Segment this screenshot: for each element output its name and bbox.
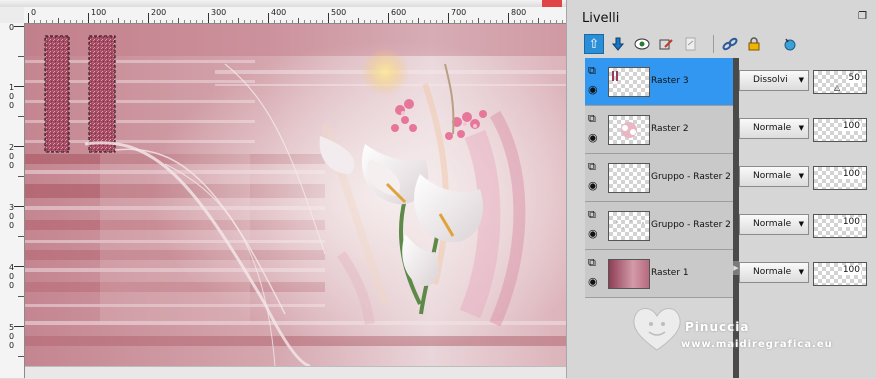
blend-mode-value: Dissolvi [753, 75, 788, 85]
opacity-field[interactable]: 100 [813, 214, 867, 238]
eye-icon[interactable]: ◉ [588, 132, 602, 144]
blend-mode-select[interactable]: Normale ▼ [739, 214, 809, 235]
layer-row-group-raster-2[interactable]: ⧉ ◉ Gruppo - Raster 2 [585, 154, 733, 202]
layer-name: Raster 2 [651, 124, 689, 134]
blend-mode-value: Normale [753, 267, 792, 277]
new-layer-down-icon[interactable] [608, 34, 628, 54]
mask-icon[interactable] [632, 34, 652, 54]
layer-thumbnail [608, 115, 650, 145]
opacity-value: 100 [841, 217, 861, 227]
opacity-field[interactable]: 100 [813, 166, 867, 190]
eye-icon[interactable]: ◉ [588, 228, 602, 240]
toolbar-separator [713, 35, 714, 53]
eye-icon[interactable]: ◉ [588, 84, 602, 96]
ruler-left-label: 200 [9, 143, 15, 170]
layer-name: Raster 1 [651, 268, 689, 278]
watermark-url: www.maidiregrafica.eu [681, 339, 833, 350]
blend-row: Normale ▼ 100 [739, 202, 876, 249]
blend-mode-select[interactable]: Normale ▼ [739, 166, 809, 187]
layer-name: Raster 3 [651, 76, 689, 86]
opacity-field[interactable]: 50 △ [813, 70, 867, 94]
ruler-top-label: 800 [511, 8, 527, 17]
layer-thumbnail [608, 163, 650, 193]
ruler-left-label: 100 [9, 83, 15, 110]
layer-thumbnail [608, 259, 650, 289]
blend-row: Normale ▼ 100 [739, 154, 876, 201]
panel-dock-icon[interactable]: ❐ [858, 12, 868, 22]
layer-type-icon: ⧉ [588, 64, 596, 77]
blend-row: Normale ▼ 100 [739, 106, 876, 153]
chevron-down-icon: ▼ [798, 268, 804, 276]
horizontal-scrollbar[interactable] [25, 366, 566, 379]
blend-row: Normale ▼ 100 [739, 250, 876, 297]
opacity-value: 100 [841, 265, 861, 275]
blend-mode-select[interactable]: Normale ▼ [739, 262, 809, 283]
layer-name: Gruppo - Raster 2 [651, 172, 731, 182]
opacity-slider-marker-icon[interactable]: △ [834, 83, 840, 92]
lock-icon[interactable] [744, 34, 764, 54]
layer-thumbnail [608, 67, 650, 97]
refresh-icon[interactable] [780, 34, 800, 54]
chevron-down-icon: ▼ [798, 220, 804, 228]
ruler-left-label: 500 [9, 323, 15, 350]
ruler-left-label: 0 [9, 23, 15, 32]
layer-type-icon: ⧉ [588, 256, 596, 269]
layer-row-raster-1[interactable]: ⧉ ◉ Raster 1 [585, 250, 733, 298]
eye-icon[interactable]: ◉ [588, 180, 602, 192]
layer-type-icon: ⧉ [588, 112, 596, 125]
blend-mode-select[interactable]: Dissolvi ▼ [739, 70, 809, 91]
layer-type-icon: ⧉ [588, 160, 596, 173]
ruler-top-label: 0 [31, 8, 37, 17]
layer-name: Gruppo - Raster 2 [651, 220, 731, 230]
artwork [25, 24, 566, 366]
close-button[interactable] [542, 0, 562, 7]
blend-mode-column: Dissolvi ▼ 50 △ Normale ▼ 100 Normale ▼ [739, 58, 876, 308]
opacity-value: 100 [841, 169, 861, 179]
ruler-top-label: 300 [211, 8, 227, 17]
heart-logo-icon [633, 308, 681, 351]
copy-icon[interactable] [680, 34, 700, 54]
image-canvas[interactable] [25, 24, 566, 366]
ruler-top-label: 600 [391, 8, 407, 17]
ruler-top-label: 100 [91, 8, 107, 17]
chevron-down-icon: ▼ [798, 172, 804, 180]
ruler-top-label: 700 [451, 8, 467, 17]
chevron-down-icon: ▼ [798, 76, 804, 84]
new-layer-up-icon[interactable]: ⇧ [584, 34, 604, 54]
ruler-top-label: 500 [331, 8, 347, 17]
blend-mode-value: Normale [753, 219, 792, 229]
ruler-top: 0 100 200 300 400 500 600 700 800 [24, 7, 566, 24]
layer-list: ⧉ ◉ Raster 3 ⧉ ◉ Raster 2 ⧉ ◉ Gruppo - R… [585, 58, 733, 308]
layer-thumbnail [608, 211, 650, 241]
eye-icon[interactable]: ◉ [588, 276, 602, 288]
layer-type-icon: ⧉ [588, 208, 596, 221]
opacity-value: 100 [841, 121, 861, 131]
blend-mode-value: Normale [753, 171, 792, 181]
layer-row-group-raster-2b[interactable]: ⧉ ◉ Gruppo - Raster 2 [585, 202, 733, 250]
opacity-value: 50 [847, 73, 861, 83]
watermark-name: Pinuccia [685, 320, 750, 334]
canvas-window: 0 100 200 300 400 500 600 700 800 0 100 … [0, 0, 567, 379]
eyedropper-icon[interactable] [656, 34, 676, 54]
blend-mode-value: Normale [753, 123, 792, 133]
link-icon[interactable] [720, 34, 740, 54]
layers-panel: Livelli ❐ ⇧ ⧉ ◉ Raster 3 ⧉ ◉ Raster 2 ⧉ … [567, 0, 876, 378]
watermark: Pinuccia www.maidiregrafica.eu [627, 298, 876, 368]
opacity-field[interactable]: 100 [813, 262, 867, 286]
ruler-top-label: 400 [271, 8, 287, 17]
ruler-corner [0, 7, 25, 24]
blend-mode-select[interactable]: Normale ▼ [739, 118, 809, 139]
ruler-left: 0 100 200 300 400 500 [0, 23, 25, 378]
blend-row: Dissolvi ▼ 50 △ [739, 58, 876, 105]
layer-row-raster-3[interactable]: ⧉ ◉ Raster 3 [585, 58, 733, 106]
layer-row-raster-2[interactable]: ⧉ ◉ Raster 2 [585, 106, 733, 154]
ruler-left-label: 300 [9, 203, 15, 230]
opacity-field[interactable]: 100 [813, 118, 867, 142]
panel-title: Livelli [582, 11, 620, 26]
ruler-top-label: 200 [151, 8, 167, 17]
chevron-down-icon: ▼ [798, 124, 804, 132]
ruler-left-label: 400 [9, 263, 15, 290]
